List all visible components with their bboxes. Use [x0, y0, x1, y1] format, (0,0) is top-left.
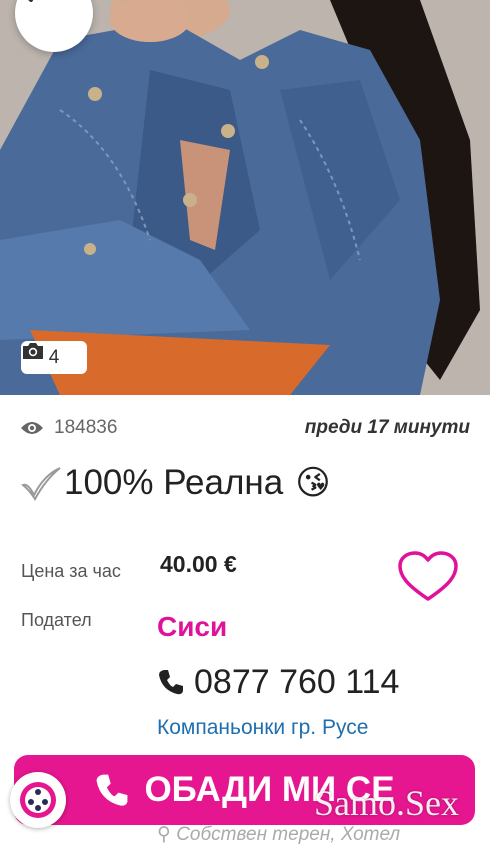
views-counter: 184836 [20, 417, 117, 439]
arrow-left-icon [28, 0, 33, 2]
favorite-button[interactable] [397, 551, 459, 608]
category-link[interactable]: Компаньонки гр. Русе [157, 716, 368, 740]
location-text: Собствен терен, Хотел [176, 824, 401, 845]
kiss-emoji: 😘 [295, 464, 331, 502]
photo-count-badge[interactable]: 4 [21, 341, 87, 374]
photo-count: 4 [48, 346, 60, 368]
listing-photo[interactable]: 4 [0, 0, 490, 395]
views-count: 184836 [54, 417, 118, 438]
phone-icon [159, 670, 183, 695]
location-pin-icon: ⚲ [157, 824, 171, 845]
price-value: 40.00 € [160, 551, 237, 577]
photo-illustration [0, 0, 490, 395]
title-text: 100% Реална [64, 463, 284, 502]
listing-title: 100% Реална 😘 [20, 460, 331, 506]
phone-text: 0877 760 114 [194, 662, 400, 701]
posted-time: преди 17 минути [304, 417, 470, 438]
check-mark-icon [21, 467, 61, 501]
camera-icon [23, 343, 43, 359]
site-watermark: Samo.Sex [314, 783, 460, 823]
accessibility-button[interactable] [10, 772, 66, 828]
heart-outline-icon [398, 551, 458, 601]
seller-name[interactable]: Сиси [157, 611, 227, 643]
location-row: ⚲ Собствен терен, Хотел [157, 823, 400, 846]
seller-label: Подател [21, 610, 92, 630]
eye-icon [21, 422, 43, 434]
accessibility-icon [20, 782, 56, 818]
phone-number[interactable]: 0877 760 114 [157, 660, 399, 704]
phone-icon [97, 774, 128, 806]
price-label: Цена за час [21, 561, 121, 581]
listing-meta: 184836 преди 17 минути [20, 414, 470, 442]
